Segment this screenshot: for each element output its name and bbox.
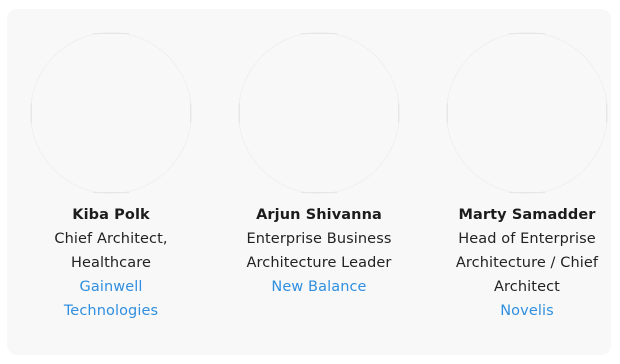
photo-edge	[447, 103, 448, 123]
speaker-title: Head of Enterprise Architecture / Chief …	[455, 231, 599, 295]
photo-edge	[398, 103, 399, 123]
speaker-card: Marty Samadder Head of Enterprise Archit…	[437, 9, 617, 355]
speaker-name: Arjun Shivanna	[256, 207, 382, 223]
speaker-company-link[interactable]: Novelis	[437, 299, 617, 323]
speaker-company-link[interactable]: Gainwell Technologies	[21, 275, 201, 323]
speaker-name: Marty Samadder	[458, 207, 596, 223]
speaker-card: Kiba Polk Chief Architect, Healthcare Ga…	[21, 9, 201, 355]
speaker-card: Arjun Shivanna Enterprise Business Archi…	[229, 9, 409, 355]
speakers-panel: Kiba Polk Chief Architect, Healthcare Ga…	[7, 9, 611, 355]
photo-edge	[93, 192, 129, 193]
speaker-photo	[239, 33, 399, 193]
speaker-info: Kiba Polk Chief Architect, Healthcare Ga…	[21, 203, 201, 323]
photo-edge	[509, 192, 545, 193]
speaker-title: Enterprise Business Architecture Leader	[246, 231, 392, 271]
speaker-info: Arjun Shivanna Enterprise Business Archi…	[229, 203, 409, 299]
photo-edge	[31, 103, 32, 123]
photo-edge	[301, 33, 337, 34]
speaker-name: Kiba Polk	[72, 207, 150, 223]
speaker-info: Marty Samadder Head of Enterprise Archit…	[437, 203, 617, 323]
speaker-title: Chief Architect, Healthcare	[54, 231, 168, 271]
photo-edge	[239, 103, 240, 123]
photo-edge	[606, 103, 607, 123]
photo-edge	[301, 192, 337, 193]
speaker-photo	[447, 33, 607, 193]
speaker-photo	[31, 33, 191, 193]
photo-edge	[93, 33, 129, 34]
speaker-company-link[interactable]: New Balance	[229, 275, 409, 299]
photo-edge	[509, 33, 545, 34]
photo-edge	[190, 103, 191, 123]
